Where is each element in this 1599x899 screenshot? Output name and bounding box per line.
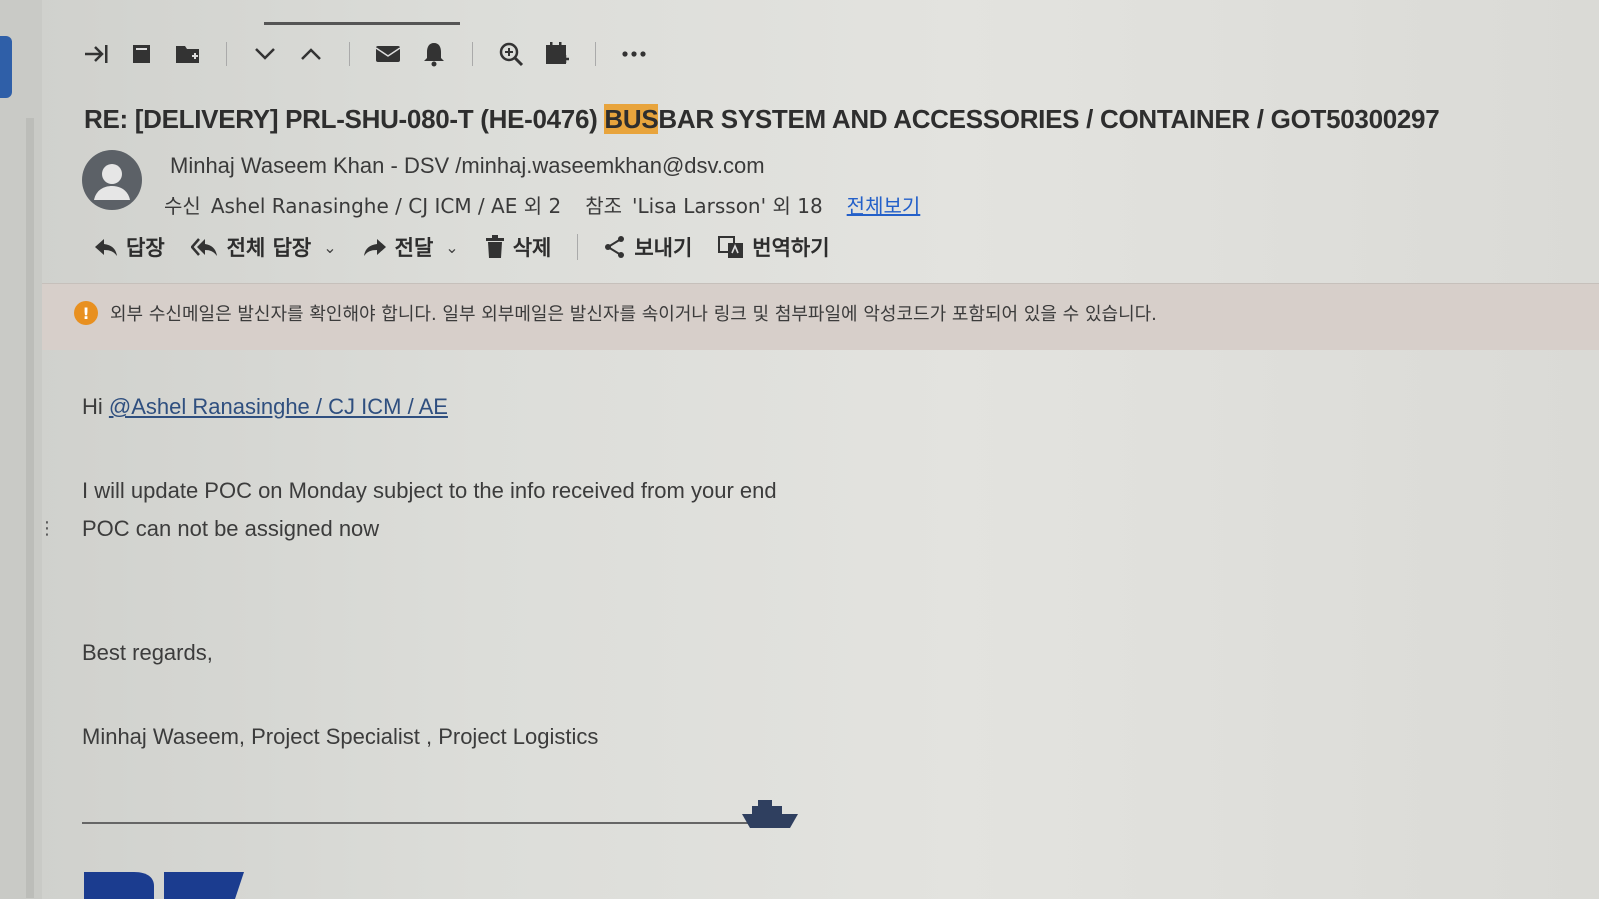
move-folder-icon[interactable] xyxy=(174,40,202,68)
mention-link[interactable]: @Ashel Ranasinghe / CJ ICM / AE xyxy=(109,394,448,419)
share-label: 보내기 xyxy=(634,236,693,260)
to-label: 수신 xyxy=(164,194,201,218)
cc-label: 참조 xyxy=(585,194,622,218)
email-subject: RE: [DELIVERY] PRL-SHU-080-T (HE-0476) B… xyxy=(84,104,1440,135)
greeting-line: Hi @Ashel Ranasinghe / CJ ICM / AE xyxy=(82,394,448,420)
reading-pane: RE: [DELIVERY] PRL-SHU-080-T (HE-0476) B… xyxy=(42,0,1599,899)
toolbar-separator xyxy=(595,42,596,66)
toolbar-separator xyxy=(349,42,350,66)
forward-button[interactable]: 전달 ⌄ xyxy=(363,232,459,262)
to-value[interactable]: Ashel Ranasinghe / CJ ICM / AE 외 2 xyxy=(211,190,561,219)
greeting: Hi xyxy=(82,394,109,419)
share-icon xyxy=(605,236,625,258)
reply-all-icon xyxy=(190,238,217,256)
cc-value[interactable]: 'Lisa Larsson' 외 18 xyxy=(632,190,823,219)
reply-button[interactable]: 답장 xyxy=(94,232,165,262)
search-highlight: BUS xyxy=(604,104,659,134)
warning-text: 외부 수신메일은 발신자를 확인해야 합니다. 일부 외부메일은 발신자를 속이… xyxy=(110,304,1157,325)
message-toolbar xyxy=(82,40,648,68)
forward-icon xyxy=(363,239,386,256)
translate-icon xyxy=(718,236,744,258)
ship-icon xyxy=(740,796,800,830)
reply-label: 답장 xyxy=(126,236,165,260)
reply-all-button[interactable]: 전체 답장 ⌄ xyxy=(190,232,337,262)
sender-line[interactable]: Minhaj Waseem Khan - DSV /minhaj.waseemk… xyxy=(170,153,765,179)
company-logo xyxy=(84,862,254,899)
reply-all-label: 전체 답장 xyxy=(226,236,312,260)
delete-button[interactable]: 삭제 xyxy=(485,232,552,262)
body-line-2: POC can not be assigned now xyxy=(82,516,380,541)
subject-prefix: RE: [DELIVERY] PRL-SHU-080-T (HE-0476) xyxy=(84,104,605,134)
zoom-icon[interactable] xyxy=(497,40,525,68)
calendar-icon[interactable] xyxy=(543,40,571,68)
next-icon[interactable] xyxy=(251,40,279,68)
translate-button[interactable]: 번역하기 xyxy=(718,232,830,262)
signature-line: Minhaj Waseem, Project Specialist , Proj… xyxy=(82,724,599,749)
toolbar-separator xyxy=(226,42,227,66)
screen: ⋮ RE: [DELIVERY] PRL-SHU-080-T (HE-0476)… xyxy=(0,0,1599,899)
mail-icon[interactable] xyxy=(374,40,402,68)
active-tab-indicator xyxy=(264,22,460,25)
reply-icon xyxy=(95,239,117,256)
body-line-1: I will update POC on Monday subject to t… xyxy=(82,478,777,503)
message-actions: 답장 전체 답장 ⌄ 전달 ⌄ 삭제 보내기 번역하기 xyxy=(94,232,830,262)
warning-icon: ! xyxy=(74,301,98,325)
notification-icon[interactable] xyxy=(420,40,448,68)
move-to-icon[interactable] xyxy=(82,40,110,68)
external-mail-warning: ! 외부 수신메일은 발신자를 확인해야 합니다. 일부 외부메일은 발신자를 … xyxy=(42,283,1599,350)
chevron-down-icon[interactable]: ⌄ xyxy=(323,238,336,257)
archive-icon[interactable] xyxy=(128,40,156,68)
left-rail: ⋮ xyxy=(0,0,56,899)
chevron-down-icon[interactable]: ⌄ xyxy=(445,238,458,257)
trash-icon xyxy=(485,235,504,258)
rail-active-indicator[interactable] xyxy=(0,36,12,98)
delete-label: 삭제 xyxy=(512,236,552,260)
subject-rest: BAR SYSTEM AND ACCESSORIES / CONTAINER /… xyxy=(658,104,1440,134)
view-all-recipients-link[interactable]: 전체보기 xyxy=(847,190,921,219)
action-separator xyxy=(577,234,579,260)
sender-avatar[interactable] xyxy=(82,150,142,210)
more-icon[interactable] xyxy=(620,40,648,68)
share-button[interactable]: 보내기 xyxy=(604,232,692,262)
translate-label: 번역하기 xyxy=(752,236,830,260)
signature-divider xyxy=(82,822,782,824)
closing-line: Best regards, xyxy=(82,640,213,665)
recipients-line: 수신 Ashel Ranasinghe / CJ ICM / AE 외 2 참조… xyxy=(164,190,920,219)
previous-icon[interactable] xyxy=(297,40,325,68)
scrollbar[interactable] xyxy=(26,118,34,898)
toolbar-separator xyxy=(472,42,473,66)
forward-label: 전달 xyxy=(394,236,434,260)
